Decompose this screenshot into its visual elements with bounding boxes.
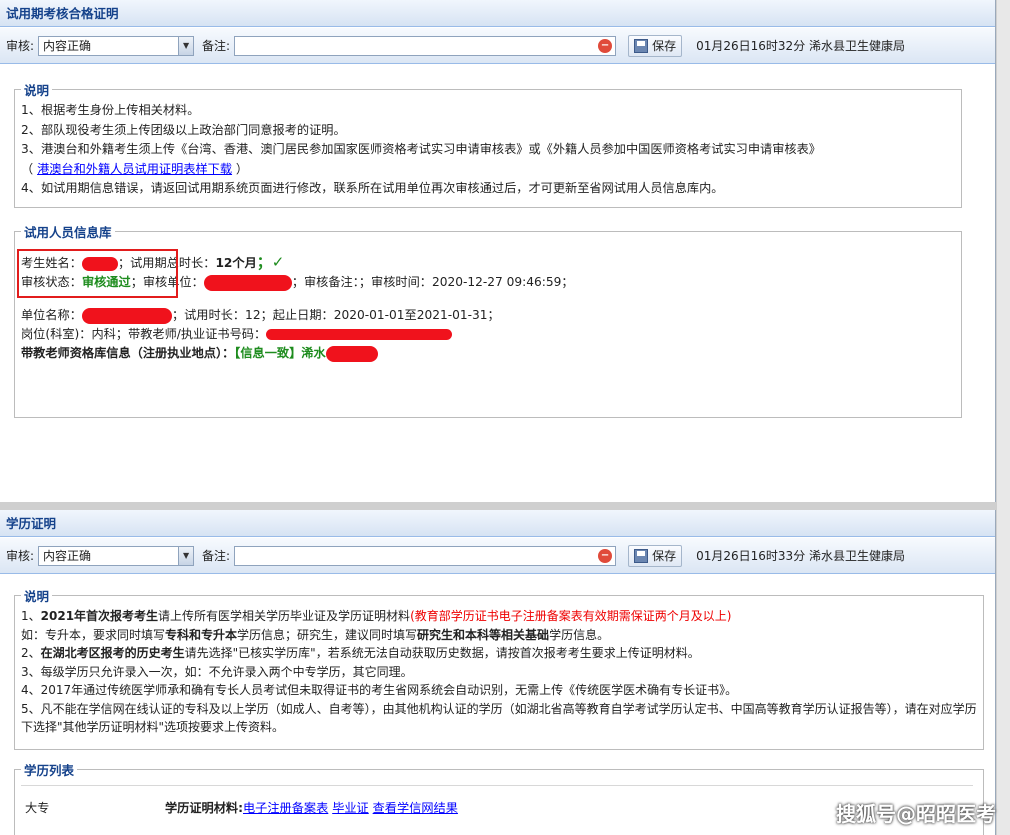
note-line: 4、2017年通过传统医学师承和确有专长人员考试但未取得证书的考生省网系统会自动…: [21, 683, 738, 697]
redaction-mark: [325, 345, 378, 362]
n: 如：专升本，要求同时填写: [21, 627, 166, 642]
clear-icon[interactable]: −: [598, 38, 613, 53]
sample-download-link[interactable]: 港澳台和外籍人员试用证明表样下载: [37, 162, 232, 176]
redaction-mark: [266, 329, 453, 340]
memo-input[interactable]: −: [234, 545, 617, 566]
trial-cert-panel: 试用期考核合格证明 审核: 内容正确 ▼ 备注: − 保存 01月26日16时32…: [0, 0, 996, 502]
info-line: 岗位(科室)：内科；带教老师/执业证书号码：: [21, 325, 961, 344]
notes-text: 1、根据考生身份上传相关材料。 2、部队现役考生须上传团级以上政治部门同意报考的…: [15, 99, 961, 199]
save-label: 保存: [652, 39, 677, 53]
chevron-down-icon[interactable]: ▼: [178, 36, 194, 55]
audit-remark: ；审核备注：；审核时间：2020-12-27 09:46:59；: [291, 275, 574, 289]
paren: （: [21, 161, 38, 176]
info-line: 带教老师资格库信息（注册执业地点）：【信息一致】浠水: [21, 344, 961, 363]
note-line: 3、港澳台和外籍考生须上传《台湾、香港、澳门居民参加国家医师资格考试实习申请审核…: [21, 142, 821, 156]
warning-text: (教育部学历证书电子注册备案表有效期需保证两个月及以上): [410, 609, 732, 623]
paren: ）: [232, 161, 249, 176]
notes-legend: 说明: [24, 589, 50, 604]
notes-legend: 说明: [24, 83, 50, 98]
audit-select-value: 内容正确: [43, 39, 92, 53]
note-line: 3、每级学历只允许录入一次，如：不允许录入两个中专学历，其它同理。: [21, 664, 413, 679]
n: 请上传所有医学相关学历毕业证及学历证明材料: [158, 609, 411, 623]
emphasis: 研究生和本科等相关基础: [417, 627, 550, 642]
note-line: 如：专升本，要求同时填写专科和专升本学历信息；研究生，建议同时填写研究生和本科等…: [21, 626, 983, 645]
duration-value: 12个月: [215, 256, 257, 270]
note-line: 1、2021年首次报考考生请上传所有医学相关学历毕业证及学历证明材料(教育部学历…: [21, 607, 983, 626]
post-info: 岗位(科室)：内科；带教老师/执业证书号码：: [21, 327, 267, 341]
note-line: 4、如试用期信息错误，请返回试用期系统页面进行修改，联系所在试用单位再次审核通过…: [21, 181, 724, 195]
emphasis: 在湖北考区报考的历史考生: [40, 646, 185, 660]
diploma-link[interactable]: 毕业证: [332, 798, 369, 816]
audit-stamp: 01月26日16时33分 浠水县卫生健康局: [696, 549, 906, 563]
notes-fieldset: 说明 1、根据考生身份上传相关材料。 2、部队现役考生须上传团级以上政治部门同意…: [14, 80, 962, 208]
notes-text: 1、2021年首次报考考生请上传所有医学相关学历毕业证及学历证明材料(教育部学历…: [15, 605, 983, 737]
note-line: 1、根据考生身份上传相关材料。: [21, 103, 200, 117]
panel-title: 试用期考核合格证明: [0, 0, 995, 27]
emphasis: 2021年首次报考考生: [40, 609, 159, 623]
memo-input[interactable]: −: [234, 35, 617, 56]
education-cert-panel: 学历证明 审核: 内容正确 ▼ 备注: − 保存 01月26日16时33分 浠水县…: [0, 510, 996, 835]
edu-level: 大专: [25, 801, 50, 815]
n: 2、: [21, 646, 41, 660]
redaction-mark: [81, 307, 172, 324]
memo-label: 备注:: [202, 549, 231, 563]
save-button[interactable]: 保存: [628, 544, 683, 567]
n: 请先选择"已核实学历库"，若系统无法自动获取历史数据，请按首次报考考生要求上传证…: [184, 646, 700, 660]
info-line: 单位名称： ；试用时长：12；起止日期：2020-01-01至2021-01-31…: [21, 306, 961, 325]
audit-stamp: 01月26日16时32分 浠水县卫生健康局: [696, 39, 906, 53]
save-label: 保存: [652, 549, 677, 563]
save-icon: [634, 548, 649, 563]
audit-select[interactable]: 内容正确 ▼: [38, 35, 195, 56]
n: 学历信息；研究生，建议同时填写: [237, 627, 418, 642]
teacher-label: 带教老师资格库信息（注册执业地点）：: [21, 346, 235, 360]
unit-name-label: 单位名称：: [21, 308, 82, 322]
note-line: 2、部队现役考生须上传团级以上政治部门同意报考的证明。: [21, 122, 346, 137]
note-line: 2、在湖北考区报考的历史考生请先选择"已核实学历库"，若系统无法自动获取历史数据…: [21, 644, 983, 663]
redaction-mark: [203, 274, 292, 291]
audit-toolbar: 审核: 内容正确 ▼ 备注: − 保存 01月26日16时33分 浠水县卫生健康局: [0, 537, 995, 574]
audit-label: 审核:: [6, 549, 35, 563]
chevron-down-icon[interactable]: ▼: [178, 546, 194, 565]
save-button[interactable]: 保存: [628, 34, 683, 57]
note-line: （ 港澳台和外籍人员试用证明表样下载 ）: [21, 160, 961, 180]
audit-select-value: 内容正确: [43, 549, 92, 563]
panel-title: 学历证明: [0, 510, 995, 537]
audit-select[interactable]: 内容正确 ▼: [38, 545, 195, 566]
check-icon: ；✓: [256, 253, 285, 271]
chsi-result-link[interactable]: 查看学信网结果: [373, 798, 458, 816]
scrollbar[interactable]: [997, 0, 1010, 835]
highlight-box: [17, 249, 178, 298]
n: 学历信息。: [549, 627, 610, 642]
list-legend: 学历列表: [24, 763, 75, 778]
notes-fieldset: 说明 1、2021年首次报考考生请上传所有医学相关学历毕业证及学历证明材料(教育…: [14, 586, 984, 750]
ereg-link[interactable]: 电子注册备案表: [243, 798, 328, 816]
material-label: 学历证明材料:: [165, 801, 243, 815]
audit-toolbar: 审核: 内容正确 ▼ 备注: − 保存 01月26日16时32分 浠水县卫生健康局: [0, 27, 995, 64]
clear-icon[interactable]: −: [598, 548, 613, 563]
note-line: 5、凡不能在学信网在线认证的专科及以上学历（如成人、自考等），由其他机构认证的学…: [21, 701, 977, 735]
watermark: 搜狐号@昭昭医考: [836, 802, 996, 826]
teacher-value: 【信息一致】浠水: [234, 346, 326, 360]
audit-label: 审核:: [6, 39, 35, 53]
n: 1、: [21, 609, 41, 623]
emphasis: 专科和专升本: [165, 627, 238, 642]
unit-rest: ；试用时长：12；起止日期：2020-01-01至2021-01-31；: [171, 308, 500, 322]
memo-label: 备注:: [202, 39, 231, 53]
save-icon: [634, 38, 649, 53]
info-legend: 试用人员信息库: [24, 225, 112, 240]
